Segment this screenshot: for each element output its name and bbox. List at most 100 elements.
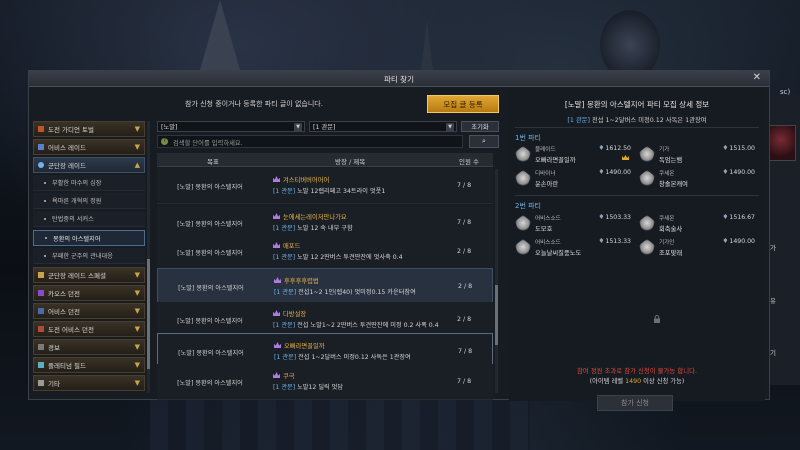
sidebar-item-cube[interactable]: 경보 ▼: [33, 339, 145, 355]
sidebar-item-etc[interactable]: 기타 ▼: [33, 375, 145, 391]
table-row-highlighted[interactable]: [노말] 몽환의 아스텔지어 후후후후렵법 [1 관문] 전섭1~2 1인(렙4…: [157, 268, 493, 304]
sidebar-item-label: 군단장 레이드: [48, 162, 86, 170]
character-portrait: [766, 125, 796, 161]
sidebar-item-legion-raid[interactable]: 군단장 레이드 ▲: [33, 157, 145, 173]
row-gate-tag: [1 관문]: [273, 254, 296, 261]
gate-select-value: [1 관문]: [313, 124, 336, 131]
row-description: [1 관문] 노말 12 2딴버스 투견딴잔에 멋사축 0.4: [273, 252, 403, 261]
detail-subtitle: [1 관문] 전섭 1~2달버스 미정0.12 사독은 1관장여: [509, 115, 765, 124]
class-icon: [639, 239, 655, 255]
table-row[interactable]: [노말] 몽환의 아스텔지어 매포드 [1 관문] 노말 12 2딴버스 투견딴…: [157, 234, 493, 270]
row-count: 2 / 8: [457, 316, 472, 323]
register-recruit-button[interactable]: 모집 글 등록: [427, 95, 499, 113]
row-leader: 눈에세는레이저만나가요: [283, 214, 347, 221]
warning-message: 참여 정원 초과로 참가 신청이 불가능 합니다.: [576, 367, 698, 375]
chevron-down-icon: ▼: [134, 289, 140, 297]
background-floor: [150, 395, 530, 450]
row-count: 7 / 8: [457, 182, 472, 189]
table-row[interactable]: [노말] 몽환의 아스텔지어 겨스티버버어어어 [1 관문] 노말 12렙리페고…: [157, 168, 493, 204]
sidebar-item-abyss-dungeon[interactable]: 어비스 던전 ▼: [33, 303, 145, 319]
member-class: 쿠세온: [659, 171, 675, 177]
reset-button[interactable]: 초기화: [461, 121, 499, 132]
party-member[interactable]: 디바이너 윤손아란 1490.00: [515, 168, 633, 190]
chevron-down-icon: ▼: [134, 379, 140, 387]
party-member[interactable]: 쿠세온 창솔본캐여 1490.00: [639, 168, 757, 190]
list-scrollbar[interactable]: [495, 169, 498, 393]
guardian-icon: [38, 126, 44, 132]
party-member[interactable]: 어비스소드 오늘날씨질풍노도 1513.33: [515, 237, 633, 259]
sidebar-item-guardian[interactable]: 도전 가디언 토벌 ▼: [33, 121, 145, 137]
member-item-level-value: 1515.00: [729, 145, 755, 152]
class-icon: [515, 170, 531, 186]
search-button[interactable]: ⌕: [469, 135, 499, 148]
row-desc-text: 노말 12 2딴버스 투견딴잔에 멋사축 0.4: [295, 254, 403, 261]
class-icon: [639, 146, 655, 162]
party-member[interactable]: 쿠세온 회축술사 1516.67: [639, 213, 757, 235]
item-level-icon: [723, 238, 728, 243]
member-item-level: 1490.00: [599, 169, 631, 176]
sidebar-subitem[interactable]: 탄법중의 서커스: [33, 211, 145, 227]
member-item-level-value: 1612.50: [605, 145, 631, 152]
abyss-raid-icon: [38, 144, 44, 150]
search-placeholder: 검색할 단어를 입력하세요.: [173, 140, 243, 147]
row-description: [1 관문] 전섭1~2 1인(렙40) 멋미정0.15 카운터참여: [274, 287, 416, 296]
member-name: 회축술사: [659, 226, 683, 233]
sidebar-item-legion-special[interactable]: 군단장 레이드 스페셜 ▼: [33, 267, 145, 283]
sidebar-item-platinum-field[interactable]: 플레티넘 필드 ▼: [33, 357, 145, 373]
divider: [515, 127, 759, 128]
sidebar-subitem[interactable]: 부패한 군주의 관내대응: [33, 248, 145, 264]
member-item-level-value: 1490.00: [729, 169, 755, 176]
sidebar-subitem[interactable]: 욕마른 개혁의 정원: [33, 193, 145, 209]
sidebar-item-label: 군단장 레이드 스페셜: [48, 272, 106, 280]
row-leader: 다방설장: [283, 311, 307, 318]
platinum-field-icon: [38, 362, 44, 368]
sidebar-scrollbar-thumb[interactable]: [147, 259, 150, 369]
sidebar-item-chaos-dungeon[interactable]: 카오스 던전 ▼: [33, 285, 145, 301]
row-gate-tag: [1 관문]: [273, 384, 296, 391]
row-gate-tag: [1 관문]: [274, 354, 297, 361]
header-title: 방장 / 제목: [335, 158, 366, 166]
item-level-icon: [599, 169, 604, 174]
row-target: [노말] 몽환의 아스텔지어: [178, 350, 244, 357]
party-member[interactable]: 기가인 조포맞래 1490.00: [639, 237, 757, 259]
bullet-icon: [45, 237, 47, 239]
row-target: [노말] 몽환의 아스텔지어: [177, 221, 243, 228]
row-count: 7 / 8: [458, 348, 473, 355]
row-desc-text: 전섭1~2 1인(렙40) 멋미정0.15 카운터참여: [296, 289, 416, 296]
member-name: 조포맞래: [659, 250, 683, 257]
detail-subtitle-text: 전섭 1~2달버스 미정0.12 사독은 1관장여: [589, 117, 707, 124]
close-icon[interactable]: ✕: [753, 72, 761, 83]
sidebar-subitem[interactable]: 부활한 마수의 심장: [33, 175, 145, 191]
party-member[interactable]: 기가 독엄는뱀 1515.00: [639, 144, 757, 166]
difficulty-select[interactable]: [노말] ▼: [157, 121, 305, 132]
class-icon: [639, 215, 655, 231]
member-class: 기가인: [659, 240, 675, 246]
party-icon: [273, 176, 280, 182]
sidebar-subitem-selected[interactable]: 몽환의 아스텔지어: [33, 230, 145, 246]
row-gate-tag: [1 관문]: [273, 322, 296, 329]
detail-title: [노말] 몽환의 아스텔지어 파티 모집 상세 정보: [564, 100, 710, 109]
class-icon: [639, 170, 655, 186]
member-class: 어비스소드: [535, 240, 561, 246]
row-leader: 겨스티버버어어어: [283, 177, 330, 184]
party-member[interactable]: 블레이드 오빠라면꼴일까 1612.50: [515, 144, 633, 166]
class-icon: [515, 146, 531, 162]
magnifier-icon: ⌕: [482, 137, 486, 145]
apply-button[interactable]: 참가 신청: [597, 395, 673, 411]
gate-select[interactable]: [1 관문] ▼: [309, 121, 457, 132]
party-member[interactable]: 어비스소드 도모호 1503.33: [515, 213, 633, 235]
abyss-dungeon-icon: [38, 308, 44, 314]
list-scrollbar-thumb[interactable]: [495, 285, 498, 345]
sidebar-subitem-label: 부활한 마수의 심장: [52, 180, 102, 187]
row-gate-tag: [1 관문]: [274, 289, 297, 296]
party2-label: 2번 파티: [515, 202, 541, 210]
help-icon[interactable]: ?: [161, 138, 168, 145]
member-item-level-value: 1490.00: [729, 238, 755, 245]
status-notice: 참가 신청 중이거나 등록한 파티 글이 없습니다.: [185, 100, 323, 108]
member-name: 오늘날씨질풍노도: [535, 250, 582, 257]
table-row[interactable]: [노말] 몽환의 아스텔지어 쿠극 [1 관문] 노말12 딜릭 멋담 7 / …: [157, 364, 493, 400]
sidebar-item-label: 어비스 던전: [48, 308, 80, 316]
sidebar-item-abyss-raid[interactable]: 어비스 레이드 ▼: [33, 139, 145, 155]
search-input[interactable]: ? 검색할 단어를 입력하세요.: [157, 135, 463, 148]
sidebar-item-challenge-abyss[interactable]: 도전 어비스 던전 ▼: [33, 321, 145, 337]
